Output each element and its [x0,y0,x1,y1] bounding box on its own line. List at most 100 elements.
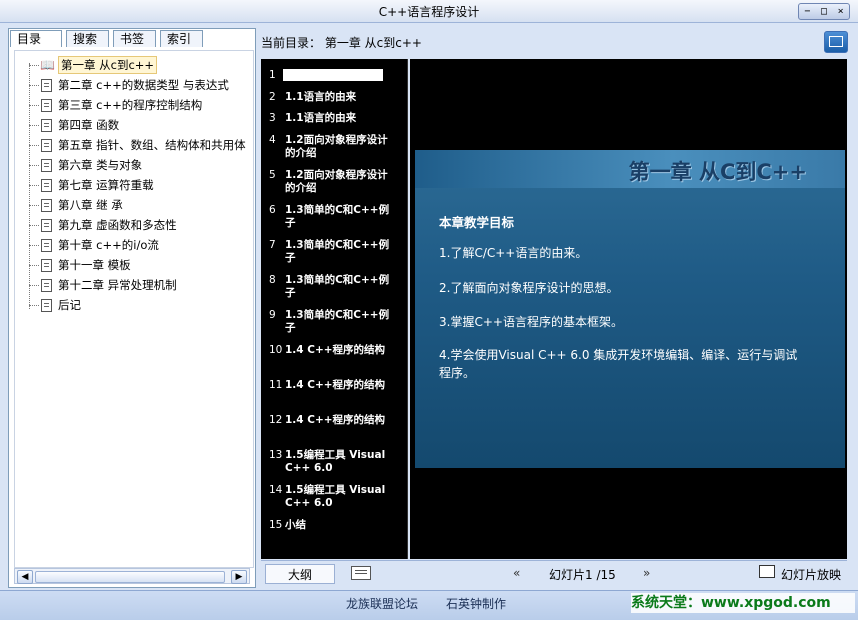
slide-goal-heading: 本章教学目标 [439,215,515,230]
outline-item-text: 1.1语言的由来 [285,91,357,103]
tree-item-label: 第四章 函数 [58,118,120,132]
open-book-icon: 📖 [40,57,55,72]
outline-item-text: 1.1语言的由来 [285,112,357,124]
outline-button[interactable]: 大纲 [265,564,335,584]
document-icon [41,78,52,92]
outline-item-text: 1.3简单的C和C++例子 [285,274,390,299]
tab-index[interactable]: 索引 [160,30,203,47]
notes-icon[interactable] [351,566,371,580]
tree-item-ch8[interactable]: 第八章 继 承 [29,195,123,215]
tree-item-label: 第五章 指针、数组、结构体和共用体 [58,138,246,152]
tree-item-label: 第九章 虚函数和多态性 [58,218,177,232]
site-watermark: 系统天堂：www.xpgod.com [631,593,855,613]
document-icon [41,198,52,212]
tree-item-label: 第十章 c++的i/o流 [58,238,159,252]
tree-item-ch10[interactable]: 第十章 c++的i/o流 [29,235,159,255]
tree-item-ch5[interactable]: 第五章 指针、数组、结构体和共用体 [29,135,246,155]
close-icon[interactable]: × [838,6,844,17]
outline-item-number: 6 [269,204,276,216]
tree-item-ch1[interactable]: 📖 第一章 从c到c++ [29,55,158,75]
slide-point: 1.了解C/C++语言的由来。 [439,246,588,260]
document-icon [41,298,52,312]
outline-item-number: 10 [269,344,283,356]
outline-item-number: 11 [269,379,283,391]
chapter-tree: 📖 第一章 从c到c++ 第二章 c++的数据类型 与表达式 第三章 c++的程… [14,50,254,568]
slideshow-button[interactable]: 幻灯片放映 [781,566,841,583]
tree-item-label: 第十一章 模板 [58,258,131,272]
maximize-icon[interactable]: □ [821,6,827,17]
outline-pane: 1 2 1.1语言的由来 3 1.1语言的由来 4 1.2面向对象程序设计的介绍… [261,59,408,559]
panel-tabs: 目录 搜索 书签 索引 [10,30,207,48]
outline-item-text: 1.4 C++程序的结构 [285,344,386,356]
tab-search[interactable]: 搜索 [66,30,109,47]
slide-point: 3.掌握C++语言程序的基本框架。 [439,315,623,329]
outline-item-number: 15 [269,519,283,531]
outline-item-text: 1.4 C++程序的结构 [285,379,386,391]
tree-item-ch12[interactable]: 第十二章 异常处理机制 [29,275,177,295]
window-controls: − □ × [798,3,850,20]
outline-item-text: 1.3简单的C和C++例子 [285,204,390,229]
title-bar: C++语言程序设计 − □ × [0,0,858,23]
document-icon [41,98,52,112]
tree-item-label: 后记 [58,298,81,312]
scroll-left-icon[interactable]: ◀ [17,570,33,584]
next-slide-icon[interactable]: » [643,566,650,580]
document-icon [41,218,52,232]
tab-bookmarks[interactable]: 书签 [113,30,156,47]
tree-horizontal-scrollbar[interactable]: ◀ ▶ [14,568,250,584]
monitor-icon[interactable] [824,31,848,53]
tab-contents[interactable]: 目录 [10,30,62,47]
tree-item-ch4[interactable]: 第四章 函数 [29,115,119,135]
outline-item-number: 9 [269,309,276,321]
outline-item-number: 8 [269,274,276,286]
outline-item-text: 1.4 C++程序的结构 [285,414,386,426]
minimize-icon[interactable]: − [804,6,810,17]
slide-point: 2.了解面向对象程序设计的思想。 [439,281,619,295]
document-icon [41,278,52,292]
outline-item-number: 4 [269,134,276,146]
tree-item-label: 第十二章 异常处理机制 [58,278,177,292]
tree-item-afterword[interactable]: 后记 [29,295,81,315]
scroll-right-icon[interactable]: ▶ [231,570,247,584]
slide-title: 第一章 从C到C++ [628,160,807,184]
outline-item-number: 13 [269,449,283,461]
scroll-thumb[interactable] [35,571,225,583]
outline-item-number: 2 [269,91,276,103]
window-title: C++语言程序设计 [378,5,480,19]
document-icon [41,118,52,132]
tree-item-label: 第一章 从c到c++ [58,56,158,74]
slideshow-icon[interactable] [759,565,775,578]
outline-item-text: 小结 [285,519,306,531]
tree-item-ch11[interactable]: 第十一章 模板 [29,255,131,275]
tree-item-label: 第七章 运算符重载 [58,178,154,192]
tree-item-ch9[interactable]: 第九章 虚函数和多态性 [29,215,177,235]
outline-item-selected-bar [283,69,383,81]
current-directory: 当前目录： 第一章 从c到c++ [261,36,422,50]
author-credit: 石英钟制作 [446,597,507,611]
document-icon [41,258,52,272]
outline-item-text: 1.3简单的C和C++例子 [285,239,390,264]
tree-item-ch2[interactable]: 第二章 c++的数据类型 与表达式 [29,75,229,95]
outline-item-number: 5 [269,169,276,181]
tree-item-ch6[interactable]: 第六章 类与对象 [29,155,142,175]
outline-item-number: 12 [269,414,283,426]
outline-item-text: 1.2面向对象程序设计的介绍 [285,169,388,194]
document-icon [41,178,52,192]
tree-item-label: 第二章 c++的数据类型 与表达式 [58,78,229,92]
previous-slide-icon[interactable]: « [513,566,520,580]
tree-item-ch3[interactable]: 第三章 c++的程序控制结构 [29,95,202,115]
outline-item-text: 1.2面向对象程序设计的介绍 [285,134,388,159]
forum-link[interactable]: 龙族联盟论坛 [346,595,418,612]
outline-item-text: 1.5编程工具 Visual C++ 6.0 [285,484,386,509]
slide-point: 4.学会使用Visual C++ 6.0 集成开发环境编辑、编译、运行与调试程序… [439,348,798,380]
tree-item-label: 第三章 c++的程序控制结构 [58,98,203,112]
slide: 第一章 从C到C++ 本章教学目标 1.了解C/C++语言的由来。 2.了解面向… [415,150,845,468]
document-icon [41,238,52,252]
slide-counter: 幻灯片1 /15 [549,568,616,582]
tree-item-ch7[interactable]: 第七章 运算符重载 [29,175,154,195]
outline-item-text: 1.5编程工具 Visual C++ 6.0 [285,449,386,474]
outline-item-number: 14 [269,484,283,496]
outline-item-text: 1.3简单的C和C++例子 [285,309,390,334]
document-icon [41,158,52,172]
document-icon [41,138,52,152]
